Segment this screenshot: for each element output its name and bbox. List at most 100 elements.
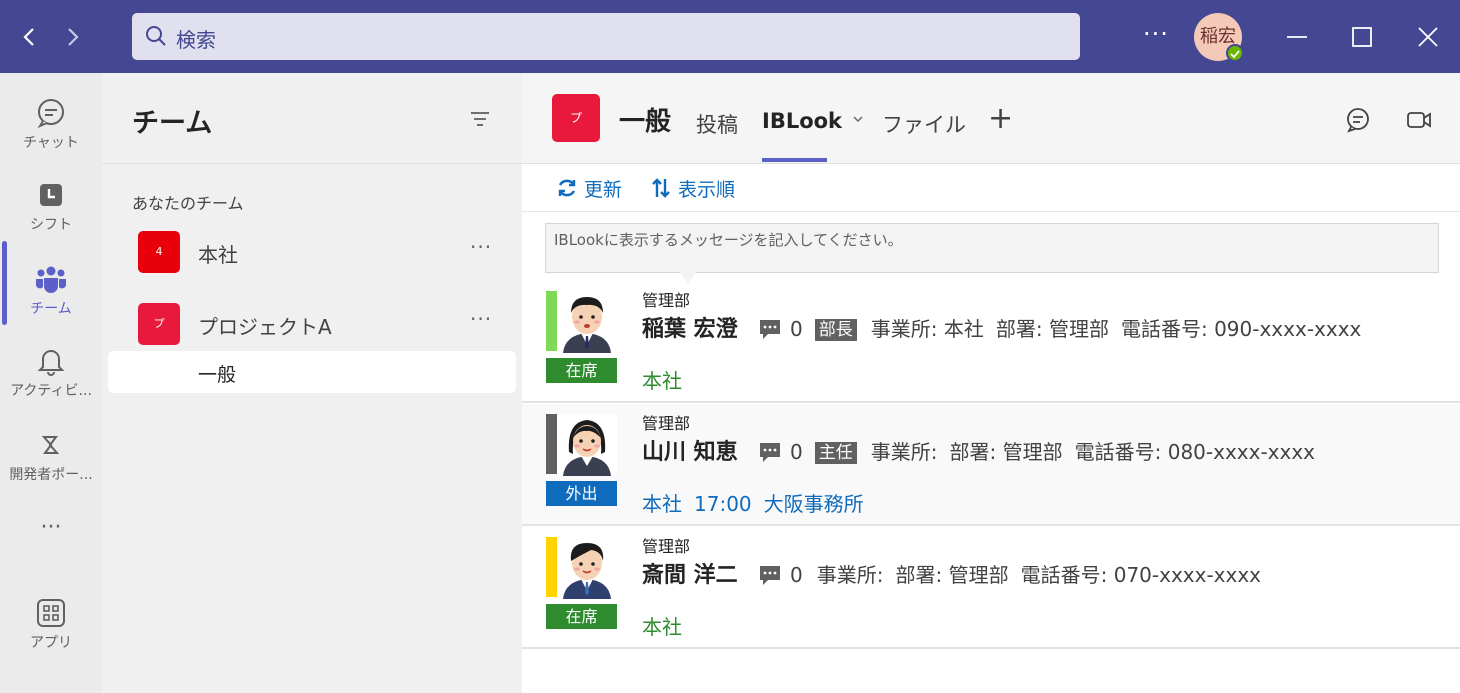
team-tile: プ <box>138 303 180 345</box>
presence-bar <box>546 414 557 474</box>
person-name[interactable]: 斎間 洋二 <box>642 563 738 588</box>
chat-bubble-icon[interactable] <box>758 317 782 341</box>
rail-label: アクティビ... <box>10 383 92 399</box>
person-row[interactable]: 在席 管理部 稲葉 宏澄 0 部長 事業所: 本社 部署: 管理部 電話番号: 090-… <box>522 281 1460 403</box>
tab-iblook[interactable]: IBLook <box>762 109 865 133</box>
person-office: 事業所: <box>816 563 884 587</box>
rail-label: シフト <box>30 217 72 233</box>
video-call-icon[interactable] <box>1405 106 1433 134</box>
person-info-line: 稲葉 宏澄 0 部長 事業所: 本社 部署: 管理部 電話番号: 090-xxxx-xx… <box>642 311 1361 345</box>
person-department: 管理部 <box>642 537 691 556</box>
bell-icon <box>37 350 65 376</box>
person-avatar-photo <box>557 291 617 353</box>
person-office: 事業所: 本社 <box>870 317 984 341</box>
rail-item-activity[interactable]: アクティビ... <box>0 331 102 411</box>
presence-status-badge: 在席 <box>546 604 617 629</box>
return-time: 17:00 <box>694 492 752 516</box>
refresh-button[interactable]: 更新 <box>556 175 622 202</box>
rail-item-teams[interactable]: チーム <box>0 249 102 329</box>
more-options-icon[interactable]: ··· <box>470 235 492 259</box>
person-name[interactable]: 稲葉 宏澄 <box>642 317 738 342</box>
add-tab-button[interactable]: + <box>988 101 1013 136</box>
more-icon: ··· <box>40 515 62 540</box>
filter-icon[interactable] <box>468 107 492 131</box>
role-badge: 部長 <box>814 319 857 341</box>
chat-bubble-icon[interactable] <box>758 563 782 587</box>
rail-item-apps[interactable]: アプリ <box>0 583 102 663</box>
rail-item-more[interactable]: ··· <box>0 511 102 591</box>
rail-label: 開発者ポー... <box>9 467 93 483</box>
rail-label: チーム <box>30 301 72 317</box>
tab-posts[interactable]: 投稿 <box>696 109 738 139</box>
active-tab-indicator <box>762 158 827 162</box>
chevron-right-icon[interactable] <box>57 22 87 52</box>
chat-icon[interactable] <box>1344 106 1372 134</box>
sort-order-button[interactable]: 表示順 <box>650 175 735 202</box>
teams-header: チーム <box>102 73 522 164</box>
person-info-line: 斎間 洋二 0 事業所: 部署: 管理部 電話番号: 070-xxxx-xxxx <box>642 557 1261 591</box>
chat-bubble-icon[interactable] <box>758 440 782 464</box>
person-phone: 電話番号: 070-xxxx-xxxx <box>1020 563 1262 587</box>
more-options-icon[interactable]: ··· <box>470 307 492 331</box>
rail-item-chat[interactable]: チャット <box>0 83 102 163</box>
message-placeholder: IBLookに表示するメッセージを記入してください。 <box>554 231 903 249</box>
person-avatar-photo <box>557 537 617 599</box>
presence-bar <box>546 537 557 597</box>
person-division: 部署: 管理部 <box>949 440 1063 464</box>
more-options-icon[interactable]: ··· <box>1143 20 1169 48</box>
rail-label: チャット <box>23 135 79 151</box>
location-name: 本社 <box>642 369 682 393</box>
channel-title: 一般 <box>619 107 672 137</box>
section-label: あなたのチーム <box>132 194 244 213</box>
shifts-icon <box>40 184 62 206</box>
channel-header: プ 一般 投稿 IBLook ファイル + <box>522 73 1460 164</box>
rail-item-developer-portal[interactable]: 開発者ポー... <box>0 415 102 495</box>
location-name: 本社 <box>642 492 682 516</box>
minimize-icon[interactable] <box>1282 22 1312 52</box>
title-bar: 検索 ··· 稲宏 <box>0 0 1460 73</box>
team-item-project-a[interactable]: プ プロジェクトA ··· <box>138 303 518 347</box>
channel-item-general[interactable]: 一般 <box>108 351 516 393</box>
chat-icon <box>37 99 64 129</box>
chat-count: 0 <box>790 563 803 587</box>
presence-status-icon <box>1226 44 1244 62</box>
teams-icon <box>35 266 67 293</box>
chat-count: 0 <box>790 440 803 464</box>
developer-portal-icon <box>41 436 60 454</box>
panel-title: チーム <box>132 108 213 139</box>
search-input[interactable]: 検索 <box>176 24 216 53</box>
app-rail: チャット シフト チーム アクティビ... 開発者ポー... ··· アプリ <box>0 73 102 693</box>
maximize-icon[interactable] <box>1347 22 1377 52</box>
close-icon[interactable] <box>1413 22 1443 52</box>
location-name: 本社 <box>642 615 682 639</box>
person-row[interactable]: 在席 管理部 斎間 洋二 0 事業所: 部署: 管理部 電話番号: 070-xxxx-… <box>522 527 1460 649</box>
chevron-down-icon <box>853 116 863 122</box>
search-box[interactable]: 検索 <box>132 13 1080 60</box>
person-location: 本社 17:00 大阪事務所 <box>642 488 876 517</box>
presence-status-badge: 在席 <box>546 358 617 383</box>
presence-status-badge: 外出 <box>546 481 617 506</box>
apps-icon <box>37 599 65 627</box>
team-name: 本社 <box>198 243 238 267</box>
presence-bar <box>546 291 557 351</box>
person-info-line: 山川 知恵 0 主任 事業所: 部署: 管理部 電話番号: 080-xxxx-xxxx <box>642 434 1315 468</box>
main-content: プ 一般 投稿 IBLook ファイル + 更新 表示順 IBLookに表示する… <box>522 73 1460 693</box>
person-division: 部署: 管理部 <box>895 563 1009 587</box>
person-phone: 電話番号: 080-xxxx-xxxx <box>1074 440 1316 464</box>
teams-panel: チーム あなたのチーム 4 本社 ··· プ プロジェクトA ··· 一般 <box>102 73 522 693</box>
rail-item-shifts[interactable]: シフト <box>0 165 102 245</box>
person-location: 本社 <box>642 611 694 640</box>
channel-name: 一般 <box>198 364 237 386</box>
role-badge: 主任 <box>814 442 857 464</box>
channel-team-tile: プ <box>552 94 600 142</box>
team-name: プロジェクトA <box>198 315 332 339</box>
team-item-honsha[interactable]: 4 本社 ··· <box>138 231 518 275</box>
team-tile: 4 <box>138 231 180 273</box>
refresh-icon <box>558 179 576 197</box>
person-row[interactable]: 外出 管理部 山川 知恵 0 主任 事業所: 部署: 管理部 電話番号: 080-xxx… <box>522 404 1460 526</box>
message-input[interactable]: IBLookに表示するメッセージを記入してください。 <box>545 223 1439 273</box>
chevron-left-icon[interactable] <box>15 22 45 52</box>
chat-count: 0 <box>790 317 803 341</box>
person-name[interactable]: 山川 知恵 <box>642 440 738 465</box>
tab-files[interactable]: ファイル <box>882 109 966 139</box>
